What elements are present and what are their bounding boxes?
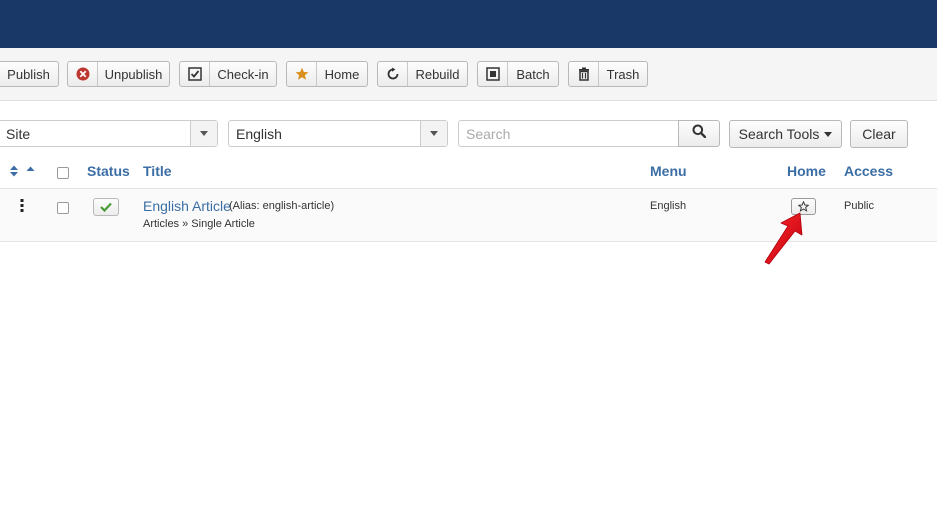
search-input[interactable] (458, 120, 679, 147)
home-button[interactable]: Home (286, 61, 368, 87)
caret-down-icon (824, 131, 833, 137)
home-column-header[interactable]: Home (787, 163, 826, 179)
trash-button[interactable]: Trash (568, 61, 648, 87)
status-toggle-button[interactable] (93, 198, 119, 216)
item-title-link[interactable]: English Article (143, 198, 231, 214)
search-button[interactable] (678, 120, 720, 147)
batch-button[interactable]: Batch (477, 61, 559, 87)
item-alias: (Alias: english-article) (229, 200, 335, 212)
unpublish-button[interactable]: Unpublish (67, 61, 170, 87)
language-select[interactable]: English (228, 120, 448, 147)
toolbar: Publish Unpublish Check-in Home Rebuild … (0, 48, 937, 101)
batch-square-icon (478, 62, 508, 86)
checkin-check-icon (180, 62, 210, 86)
trash-label: Trash (606, 66, 640, 82)
rebuild-button[interactable]: Rebuild (377, 61, 468, 87)
title-column-header[interactable]: Title (143, 163, 172, 179)
language-select-value: English (236, 126, 282, 142)
unpublish-x-icon (68, 62, 98, 86)
caret-down-icon (420, 121, 447, 146)
sort-icon[interactable] (9, 164, 35, 182)
home-label: Home (324, 66, 360, 82)
published-check-icon (100, 202, 112, 212)
search-icon (692, 124, 707, 143)
item-type: Articles » Single Article (143, 218, 255, 230)
caret-down-icon (190, 121, 217, 146)
home-star-icon (287, 62, 317, 86)
client-select-value: Site (6, 126, 31, 142)
unpublish-label: Unpublish (104, 66, 163, 82)
checkin-label: Check-in (217, 66, 269, 82)
annotation-arrow-icon (760, 210, 810, 273)
publish-label: Publish (7, 66, 50, 82)
publish-button[interactable]: Publish (0, 61, 59, 87)
row-checkbox[interactable] (57, 202, 69, 214)
status-column-header[interactable]: Status (87, 163, 130, 179)
select-all-checkbox[interactable] (57, 167, 69, 179)
menu-column-header[interactable]: Menu (650, 163, 687, 179)
search-tools-label: Search Tools (738, 126, 820, 142)
client-select[interactable]: Site (0, 120, 218, 147)
item-access: Public (844, 200, 874, 212)
admin-header-bar (0, 0, 937, 48)
rebuild-label: Rebuild (415, 66, 460, 82)
search-tools-button[interactable]: Search Tools (729, 120, 842, 148)
trash-icon (569, 62, 599, 86)
ordering-handle-icon[interactable] (20, 199, 24, 217)
batch-label: Batch (516, 66, 550, 82)
clear-label: Clear (862, 126, 896, 142)
rebuild-refresh-icon (378, 62, 408, 86)
checkin-button[interactable]: Check-in (179, 61, 277, 87)
item-menu: English (650, 200, 687, 212)
clear-button[interactable]: Clear (850, 120, 908, 148)
access-column-header[interactable]: Access (844, 163, 893, 179)
